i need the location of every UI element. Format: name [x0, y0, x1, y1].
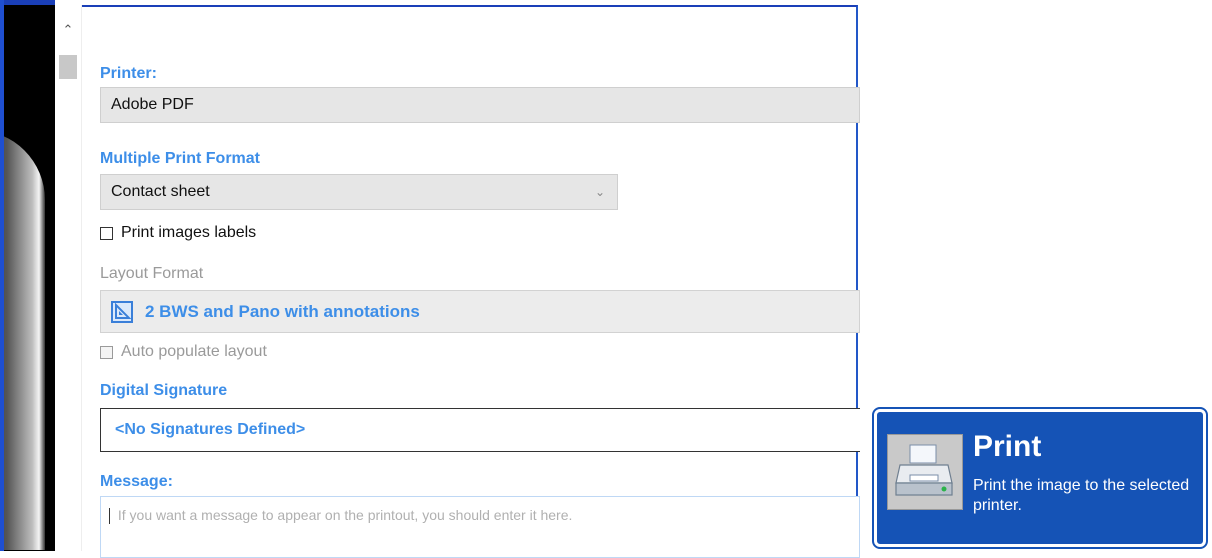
- window-top-border: [0, 0, 55, 5]
- layout-template-icon: [111, 300, 133, 323]
- xray-image-edge: [0, 130, 45, 550]
- layout-format-value: 2 BWS and Pano with annotations: [145, 301, 420, 321]
- multiple-print-format-select[interactable]: Contact sheet ⌄: [100, 174, 618, 210]
- auto-populate-layout-row: Auto populate layout: [100, 343, 267, 361]
- vertical-scrollbar[interactable]: ⌃: [55, 5, 82, 551]
- print-button-title: Print: [973, 430, 1042, 463]
- message-input[interactable]: If you want a message to appear on the p…: [100, 496, 860, 558]
- print-images-labels-checkbox[interactable]: [100, 226, 113, 240]
- print-settings-panel: Printer: Adobe PDF Multiple Print Format…: [82, 5, 860, 558]
- printer-label: Printer:: [100, 65, 157, 82]
- message-label: Message:: [100, 473, 173, 490]
- window-left-border: [0, 0, 4, 551]
- print-images-labels-text: Print images labels: [121, 224, 257, 241]
- image-viewer-strip: [0, 0, 55, 551]
- auto-populate-layout-text: Auto populate layout: [121, 343, 267, 360]
- chevron-up-icon[interactable]: ⌃: [60, 23, 76, 37]
- scrollbar-thumb[interactable]: [59, 55, 77, 79]
- print-button-description: Print the image to the selected printer.: [973, 477, 1190, 514]
- print-images-labels-row[interactable]: Print images labels: [100, 224, 256, 242]
- print-button-face[interactable]: Print Print the image to the selected pr…: [872, 407, 1208, 549]
- chevron-down-icon[interactable]: ⌄: [595, 175, 605, 209]
- printer-field[interactable]: Adobe PDF: [100, 87, 860, 123]
- layout-format-label: Layout Format: [100, 265, 204, 282]
- digital-signature-label: Digital Signature: [100, 382, 228, 399]
- multiple-print-format-label: Multiple Print Format: [100, 150, 260, 167]
- print-button[interactable]: Print Print the image to the selected pr…: [870, 405, 1210, 551]
- message-placeholder: If you want a message to appear on the p…: [117, 507, 573, 523]
- printer-icon: [887, 434, 963, 510]
- text-cursor: [109, 508, 110, 525]
- auto-populate-layout-checkbox: [100, 345, 113, 359]
- digital-signature-field[interactable]: <No Signatures Defined>: [100, 408, 860, 452]
- multiple-print-format-value: Contact sheet: [111, 183, 210, 200]
- layout-format-field[interactable]: 2 BWS and Pano with annotations: [100, 290, 860, 333]
